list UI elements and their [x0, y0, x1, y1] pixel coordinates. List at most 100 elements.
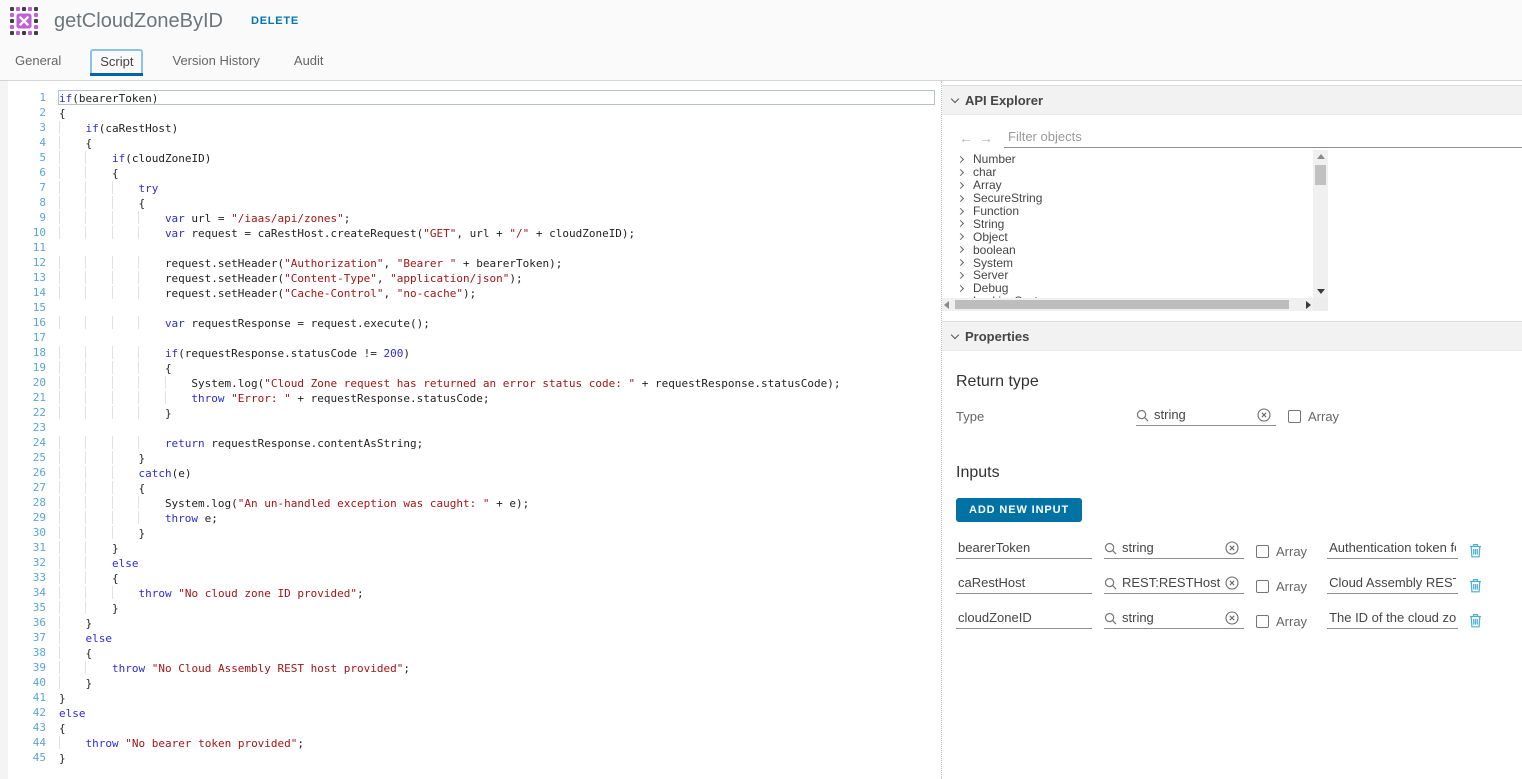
horizontal-scroll-thumb[interactable] — [955, 300, 1289, 309]
code-line[interactable]: 38{ — [0, 645, 941, 660]
input-type-field[interactable] — [1104, 575, 1244, 594]
code-line[interactable]: 4{ — [0, 135, 941, 150]
clear-type-button[interactable] — [1257, 408, 1276, 422]
input-description-field[interactable] — [1327, 610, 1458, 629]
code-line[interactable]: 20System.log("Cloud Zone request has ret… — [0, 375, 941, 390]
code-line[interactable]: 28System.log("An un-handled exception wa… — [0, 495, 941, 510]
code-line[interactable]: 26catch(e) — [0, 465, 941, 480]
input-type-input[interactable] — [1122, 610, 1221, 625]
input-type-input[interactable] — [1122, 540, 1221, 555]
code-line[interactable]: 11 — [0, 240, 941, 255]
properties-header[interactable]: Properties — [942, 321, 1522, 351]
code-line[interactable]: 8{ — [0, 195, 941, 210]
input-description-field[interactable] — [1327, 575, 1458, 594]
delete-input-button[interactable] — [1469, 578, 1482, 593]
code-line[interactable]: 3if(caRestHost) — [0, 120, 941, 135]
horizontal-scrollbar[interactable] — [942, 298, 1313, 311]
code-line[interactable]: 21throw "Error: " + requestResponse.stat… — [0, 390, 941, 405]
return-type-input[interactable] — [1154, 407, 1253, 422]
code-line[interactable]: 7try — [0, 180, 941, 195]
code-line[interactable]: 41} — [0, 690, 941, 705]
clear-type-button[interactable] — [1225, 541, 1244, 555]
code-line[interactable]: 37else — [0, 630, 941, 645]
code-line[interactable]: 39throw "No Cloud Assembly REST host pro… — [0, 660, 941, 675]
scroll-up-arrow-icon[interactable] — [1317, 154, 1325, 159]
add-new-input-button[interactable]: ADD NEW INPUT — [956, 498, 1082, 522]
tree-item-char[interactable]: char — [956, 166, 1313, 179]
code-line[interactable]: 17 — [0, 330, 941, 345]
tree-item-system[interactable]: System — [956, 256, 1313, 269]
code-line[interactable]: 9var url = "/iaas/api/zones"; — [0, 210, 941, 225]
tree-item-boolean[interactable]: boolean — [956, 243, 1313, 256]
api-explorer-header[interactable]: API Explorer — [942, 85, 1522, 115]
input-array-checkbox[interactable] — [1256, 545, 1269, 558]
vertical-scrollbar[interactable] — [1313, 150, 1328, 298]
return-array-checkbox[interactable] — [1288, 410, 1301, 423]
back-arrow-button[interactable]: ← — [956, 130, 976, 146]
tab-general[interactable]: General — [10, 53, 66, 68]
code-line[interactable]: 45} — [0, 750, 941, 765]
forward-arrow-button[interactable]: → — [976, 130, 996, 146]
scroll-left-arrow-icon[interactable] — [944, 301, 949, 309]
delete-input-button[interactable] — [1469, 613, 1482, 628]
code-line[interactable]: 15 — [0, 300, 941, 315]
code-line[interactable]: 18if(requestResponse.statusCode != 200) — [0, 345, 941, 360]
tree-item-server[interactable]: Server — [956, 269, 1313, 282]
code-line[interactable]: 1if(bearerToken) — [0, 90, 941, 105]
code-line[interactable]: 34throw "No cloud zone ID provided"; — [0, 585, 941, 600]
code-line[interactable]: 25} — [0, 450, 941, 465]
clear-type-button[interactable] — [1225, 611, 1244, 625]
code-line[interactable]: 35} — [0, 600, 941, 615]
scroll-right-arrow-icon[interactable] — [1306, 301, 1311, 309]
input-name-field[interactable] — [956, 610, 1092, 629]
vertical-scroll-thumb[interactable] — [1315, 165, 1326, 185]
code-line[interactable]: 31} — [0, 540, 941, 555]
code-line[interactable]: 29throw e; — [0, 510, 941, 525]
delete-button[interactable]: DELETE — [251, 15, 299, 27]
tree-item-function[interactable]: Function — [956, 205, 1313, 218]
filter-objects-input[interactable] — [1004, 127, 1522, 148]
code-line[interactable]: 14request.setHeader("Cache-Control", "no… — [0, 285, 941, 300]
code-line[interactable]: 19{ — [0, 360, 941, 375]
tree-item-debug[interactable]: Debug — [956, 282, 1313, 295]
input-type-field[interactable] — [1104, 540, 1244, 559]
input-description-field[interactable] — [1327, 540, 1458, 559]
tab-script[interactable]: Script — [90, 49, 143, 76]
tree-item-array[interactable]: Array — [956, 179, 1313, 192]
clear-type-button[interactable] — [1225, 576, 1244, 590]
tree-item-string[interactable]: String — [956, 217, 1313, 230]
code-line[interactable]: 2{ — [0, 105, 941, 120]
code-line[interactable]: 22} — [0, 405, 941, 420]
code-line[interactable]: 42else — [0, 705, 941, 720]
code-line[interactable]: 12request.setHeader("Authorization", "Be… — [0, 255, 941, 270]
code-line[interactable]: 43{ — [0, 720, 941, 735]
tab-audit[interactable]: Audit — [289, 53, 329, 68]
tree-item-number[interactable]: Number — [956, 153, 1313, 166]
code-line[interactable]: 32else — [0, 555, 941, 570]
return-type-field[interactable] — [1136, 407, 1276, 426]
input-array-checkbox[interactable] — [1256, 580, 1269, 593]
tree-item-securestring[interactable]: SecureString — [956, 192, 1313, 205]
code-line[interactable]: 6{ — [0, 165, 941, 180]
code-line[interactable]: 5if(cloudZoneID) — [0, 150, 941, 165]
code-line[interactable]: 36} — [0, 615, 941, 630]
code-line[interactable]: 44throw "No bearer token provided"; — [0, 735, 941, 750]
code-line[interactable]: 33{ — [0, 570, 941, 585]
tab-version-history[interactable]: Version History — [167, 53, 264, 68]
code-line[interactable]: 23 — [0, 420, 941, 435]
code-line[interactable]: 16var requestResponse = request.execute(… — [0, 315, 941, 330]
code-line[interactable]: 10var request = caRestHost.createRequest… — [0, 225, 941, 240]
delete-input-button[interactable] — [1469, 543, 1482, 558]
input-type-input[interactable] — [1122, 575, 1221, 590]
code-line[interactable]: 27{ — [0, 480, 941, 495]
input-type-field[interactable] — [1104, 610, 1244, 629]
input-name-field[interactable] — [956, 575, 1092, 594]
code-line[interactable]: 30} — [0, 525, 941, 540]
code-line[interactable]: 24return requestResponse.contentAsString… — [0, 435, 941, 450]
input-array-checkbox[interactable] — [1256, 615, 1269, 628]
scroll-down-arrow-icon[interactable] — [1317, 289, 1325, 294]
code-line[interactable]: 40} — [0, 675, 941, 690]
tree-item-object[interactable]: Object — [956, 230, 1313, 243]
input-name-field[interactable] — [956, 540, 1092, 559]
script-code-editor[interactable]: 1if(bearerToken)2{3if(caRestHost)4{5if(c… — [0, 81, 941, 779]
